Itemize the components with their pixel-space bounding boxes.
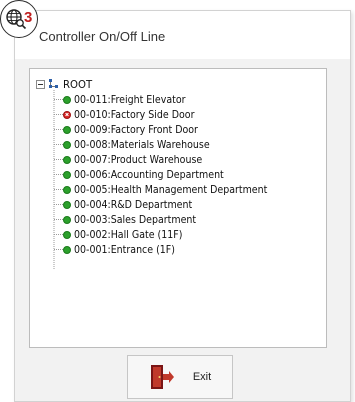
tree-item-label: 00-007:Product Warehouse <box>74 153 203 166</box>
offline-status-icon <box>63 110 71 119</box>
online-status-icon <box>63 230 71 239</box>
tree-item-label: 00-003:Sales Department <box>74 213 197 226</box>
tree-item-label: 00-001:Entrance (1F) <box>74 243 175 256</box>
tree-item[interactable]: 00-001:Entrance (1F) <box>63 243 191 256</box>
online-status-icon <box>63 140 71 149</box>
online-status-icon <box>63 215 71 224</box>
online-status-icon <box>63 155 71 164</box>
tree-item[interactable]: 00-002:Hall Gate (11F) <box>63 228 200 241</box>
notification-badge[interactable]: 3 <box>0 0 38 38</box>
tree-item-label: 00-005:Health Management Department <box>74 183 268 196</box>
tree-root[interactable]: ROOT <box>36 77 95 91</box>
tree-item-label: 00-002:Hall Gate (11F) <box>74 228 183 241</box>
tree-item[interactable]: 00-011:Freight Elevator <box>63 93 204 106</box>
online-status-icon <box>63 125 71 134</box>
tree-item-label: 00-011:Freight Elevator <box>74 93 186 106</box>
online-status-icon <box>63 245 71 254</box>
online-status-icon <box>63 200 71 209</box>
online-status-icon <box>63 95 71 104</box>
tree-root-label: ROOT <box>63 77 93 91</box>
network-root-icon <box>49 79 58 88</box>
tree-item[interactable]: 00-004:R&D Department <box>63 198 211 211</box>
title-bar: Controller On/Off Line <box>15 11 350 59</box>
tree-item[interactable]: 00-008:Materials Warehouse <box>63 138 232 151</box>
tree-item[interactable]: 00-006:Accounting Department <box>63 168 248 181</box>
controller-tree[interactable]: ROOT 00-011:Freight Elevator 00-010:Facto… <box>29 68 327 348</box>
badge-count: 3 <box>24 9 33 26</box>
tree-item[interactable]: 00-009:Factory Front Door <box>63 123 218 136</box>
tree-item-label: 00-006:Accounting Department <box>74 168 224 181</box>
tree-item[interactable]: 00-010:Factory Side Door <box>63 108 214 121</box>
tree-item-label: 00-009:Factory Front Door <box>74 123 198 136</box>
tree-item[interactable]: 00-005:Health Management Department <box>63 183 299 196</box>
tree-item[interactable]: 00-003:Sales Department <box>63 213 216 226</box>
window-title: Controller On/Off Line <box>39 29 166 44</box>
tree-item[interactable]: 00-007:Product Warehouse <box>63 153 223 166</box>
controller-window: Controller On/Off Line ROOT 00-011:Freig… <box>14 10 351 402</box>
tree-item-label: 00-010:Factory Side Door <box>74 108 195 121</box>
online-status-icon <box>63 170 71 179</box>
online-status-icon <box>63 185 71 194</box>
exit-door-icon <box>150 365 174 389</box>
collapse-toggle-icon[interactable] <box>36 79 45 89</box>
exit-button[interactable]: Exit <box>127 355 233 399</box>
tree-item-label: 00-004:R&D Department <box>74 198 193 211</box>
tree-item-label: 00-008:Materials Warehouse <box>74 138 210 151</box>
exit-button-label: Exit <box>192 371 212 383</box>
